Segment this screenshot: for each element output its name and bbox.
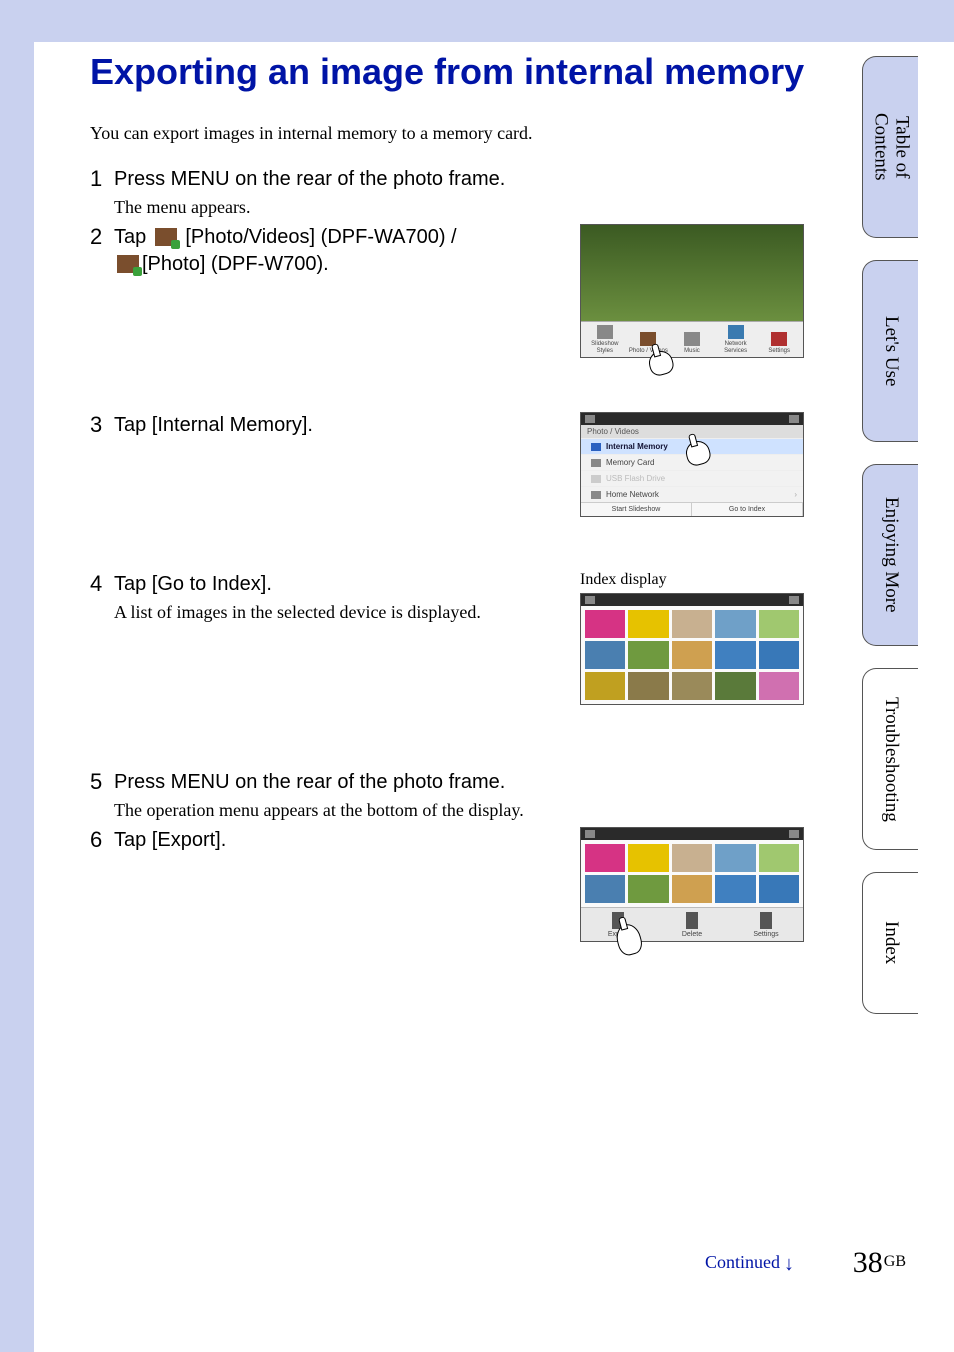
photo-videos-icon [155, 228, 177, 246]
continued-link[interactable]: Continued↓ [705, 1251, 794, 1274]
list-item-home-network: Home Network› [581, 486, 803, 502]
list-item-usb: USB Flash Drive [581, 470, 803, 486]
screenshot-export-menu: Export Delete Settings [580, 827, 804, 942]
screenshot-main-menu: Slideshow Styles Photo / Videos Music Ne… [580, 224, 804, 358]
step-instruction: Press MENU on the rear of the photo fram… [114, 166, 810, 193]
step-number: 1 [90, 166, 114, 192]
menu-item-network: Network Services [714, 325, 758, 354]
trash-icon [686, 912, 698, 929]
step-subtext: The operation menu appears at the bottom… [114, 800, 810, 821]
photo-icon [117, 255, 139, 273]
step-number: 2 [90, 224, 114, 250]
page-content: Exporting an image from internal memory … [90, 50, 810, 966]
menu-settings: Settings [729, 908, 803, 941]
top-accent-strip [0, 0, 954, 42]
menu-delete: Delete [655, 908, 729, 941]
step-6: 6 Tap [Export]. [90, 827, 560, 854]
intro-text: You can export images in internal memory… [90, 123, 810, 144]
tab-troubleshooting[interactable]: Troubleshooting [862, 668, 918, 850]
down-arrow-icon: ↓ [784, 1253, 794, 1276]
step-number: 3 [90, 412, 114, 438]
settings-icon [771, 332, 787, 346]
left-accent-strip [0, 0, 34, 1352]
page-number: 38GB [853, 1246, 906, 1280]
button-go-to-index: Go to Index [692, 503, 803, 516]
menu-item-slideshow: Slideshow Styles [583, 325, 627, 354]
music-icon [684, 332, 700, 346]
screenshot-index-display [580, 593, 804, 705]
step-number: 4 [90, 571, 114, 597]
slideshow-icon [597, 325, 613, 339]
step-1: 1 Press MENU on the rear of the photo fr… [90, 166, 810, 218]
step-3: 3 Tap [Internal Memory]. [90, 412, 560, 439]
step-instruction: Tap [Internal Memory]. [114, 412, 560, 439]
step-instruction: Tap [Photo/Videos] (DPF-WA700) / [Photo]… [114, 224, 560, 278]
screenshot-source-list: Photo / Videos Internal Memory Memory Ca… [580, 412, 804, 517]
step-instruction: Tap [Go to Index]. [114, 571, 560, 598]
tab-index[interactable]: Index [862, 872, 918, 1014]
step-5: 5 Press MENU on the rear of the photo fr… [90, 769, 810, 821]
network-icon [728, 325, 744, 339]
step-3-row: 3 Tap [Internal Memory]. Photo / Videos … [90, 412, 810, 517]
step-subtext: A list of images in the selected device … [114, 602, 560, 623]
tab-enjoying-more[interactable]: Enjoying More [862, 464, 918, 646]
step-2: 2 Tap [Photo/Videos] (DPF-WA700) / [Phot… [90, 224, 560, 278]
step-number: 5 [90, 769, 114, 795]
step-instruction: Press MENU on the rear of the photo fram… [114, 769, 810, 796]
step-number: 6 [90, 827, 114, 853]
tab-lets-use[interactable]: Let's Use [862, 260, 918, 442]
step-subtext: The menu appears. [114, 197, 810, 218]
menu-item-settings: Settings [757, 332, 801, 355]
step-4-row: 4 Tap [Go to Index]. A list of images in… [90, 571, 810, 705]
tab-table-of-contents[interactable]: Table of Contents [862, 56, 918, 238]
menu-item-music: Music [670, 332, 714, 355]
screenshot-caption: Index display [580, 571, 810, 589]
toolbox-icon [760, 912, 772, 929]
step-4: 4 Tap [Go to Index]. A list of images in… [90, 571, 560, 623]
step-instruction: Tap [Export]. [114, 827, 560, 854]
step-2-row: 2 Tap [Photo/Videos] (DPF-WA700) / [Phot… [90, 224, 810, 358]
button-start-slideshow: Start Slideshow [581, 503, 692, 516]
page-title: Exporting an image from internal memory [90, 50, 810, 93]
step-6-row: 6 Tap [Export]. Export Delete Settings [90, 827, 810, 942]
side-tabs: Table of Contents Let's Use Enjoying Mor… [862, 56, 918, 1036]
